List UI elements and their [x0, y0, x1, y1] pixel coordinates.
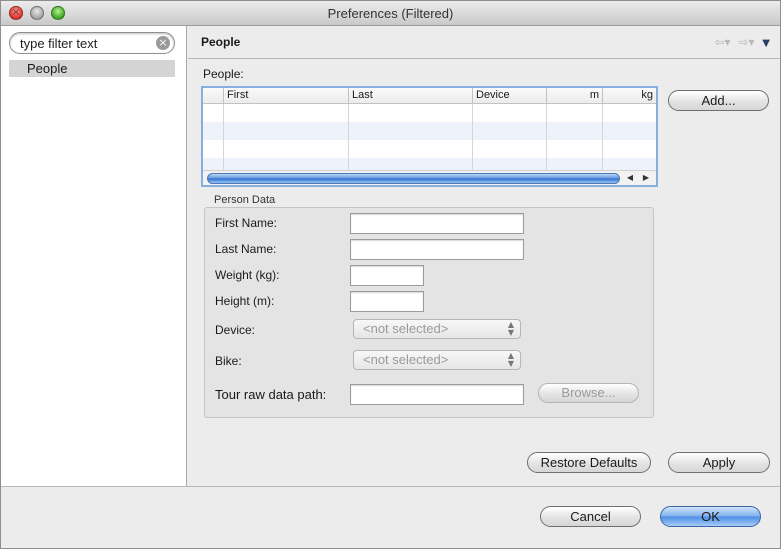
ok-button[interactable]: OK — [660, 506, 761, 527]
apply-button[interactable]: Apply — [668, 452, 770, 473]
bike-select[interactable]: <not selected> ▲ ▼ — [353, 350, 521, 370]
filter-field[interactable]: × — [9, 32, 175, 54]
tree-item-people[interactable]: People — [9, 60, 175, 77]
table-header: First Last Device m kg — [203, 88, 656, 104]
view-menu-icon[interactable]: ▼ — [762, 38, 770, 49]
page-title: People — [201, 35, 241, 49]
history-navigation: ⇦▾ ⇨▾ ▼ — [710, 35, 770, 51]
last-name-field[interactable] — [350, 239, 524, 260]
page-header: People ⇦▾ ⇨▾ ▼ — [188, 26, 780, 59]
horizontal-scrollbar[interactable]: ◀ ▶ — [203, 170, 656, 185]
last-name-label: Last Name: — [215, 242, 277, 256]
cancel-button[interactable]: Cancel — [540, 506, 641, 527]
weight-field[interactable] — [350, 265, 424, 286]
filter-input[interactable] — [20, 35, 150, 51]
chevron-updown-icon: ▲ ▼ — [507, 320, 514, 337]
table-row[interactable] — [203, 140, 656, 158]
device-select[interactable]: <not selected> ▲ ▼ — [353, 319, 521, 339]
scroll-right-icon[interactable]: ▶ — [640, 172, 652, 184]
preferences-window: × Preferences (Filtered) × People People… — [0, 0, 781, 549]
preference-page: People ⇦▾ ⇨▾ ▼ People: First Last Device… — [188, 26, 780, 486]
height-label: Height (m): — [215, 294, 275, 308]
column-header-kg[interactable]: kg — [602, 88, 656, 103]
people-label: People: — [203, 67, 244, 81]
weight-label: Weight (kg): — [215, 268, 280, 282]
table-row[interactable] — [203, 104, 656, 122]
column-divider — [223, 104, 224, 173]
bike-select-value: <not selected> — [363, 352, 449, 367]
forward-arrow-icon[interactable]: ⇨▾ — [738, 35, 754, 49]
scrollbar-thumb[interactable] — [207, 173, 620, 184]
table-row[interactable] — [203, 122, 656, 140]
column-divider — [602, 104, 603, 173]
scroll-left-icon[interactable]: ◀ — [624, 172, 636, 184]
column-divider — [546, 104, 547, 173]
column-divider — [472, 104, 473, 173]
first-name-field[interactable] — [350, 213, 524, 234]
restore-defaults-button[interactable]: Restore Defaults — [527, 452, 651, 473]
column-header-last[interactable]: Last — [348, 88, 472, 103]
clear-filter-icon[interactable]: × — [156, 36, 170, 50]
title-bar: × Preferences (Filtered) — [1, 1, 780, 26]
column-divider — [348, 104, 349, 173]
device-select-value: <not selected> — [363, 321, 449, 336]
tour-path-field[interactable] — [350, 384, 524, 405]
column-header-index[interactable] — [203, 88, 223, 103]
preference-tree-pane: × People — [1, 26, 187, 486]
tour-path-label: Tour raw data path: — [215, 387, 327, 402]
add-person-button[interactable]: Add... — [668, 90, 769, 111]
browse-button[interactable]: Browse... — [538, 383, 639, 403]
back-arrow-icon[interactable]: ⇦▾ — [714, 35, 730, 49]
column-header-first[interactable]: First — [223, 88, 348, 103]
window-title: Preferences (Filtered) — [327, 6, 454, 21]
first-name-label: First Name: — [215, 216, 278, 230]
people-table[interactable]: First Last Device m kg ◀ ▶ — [201, 86, 658, 187]
column-header-m[interactable]: m — [546, 88, 602, 103]
person-data-group-label: Person Data — [214, 194, 276, 206]
chevron-updown-icon: ▲ ▼ — [507, 351, 514, 368]
bike-label: Bike: — [215, 354, 242, 368]
dialog-button-bar: Cancel OK — [1, 486, 780, 548]
height-field[interactable] — [350, 291, 424, 312]
device-label: Device: — [215, 323, 256, 337]
column-header-device[interactable]: Device — [472, 88, 546, 103]
